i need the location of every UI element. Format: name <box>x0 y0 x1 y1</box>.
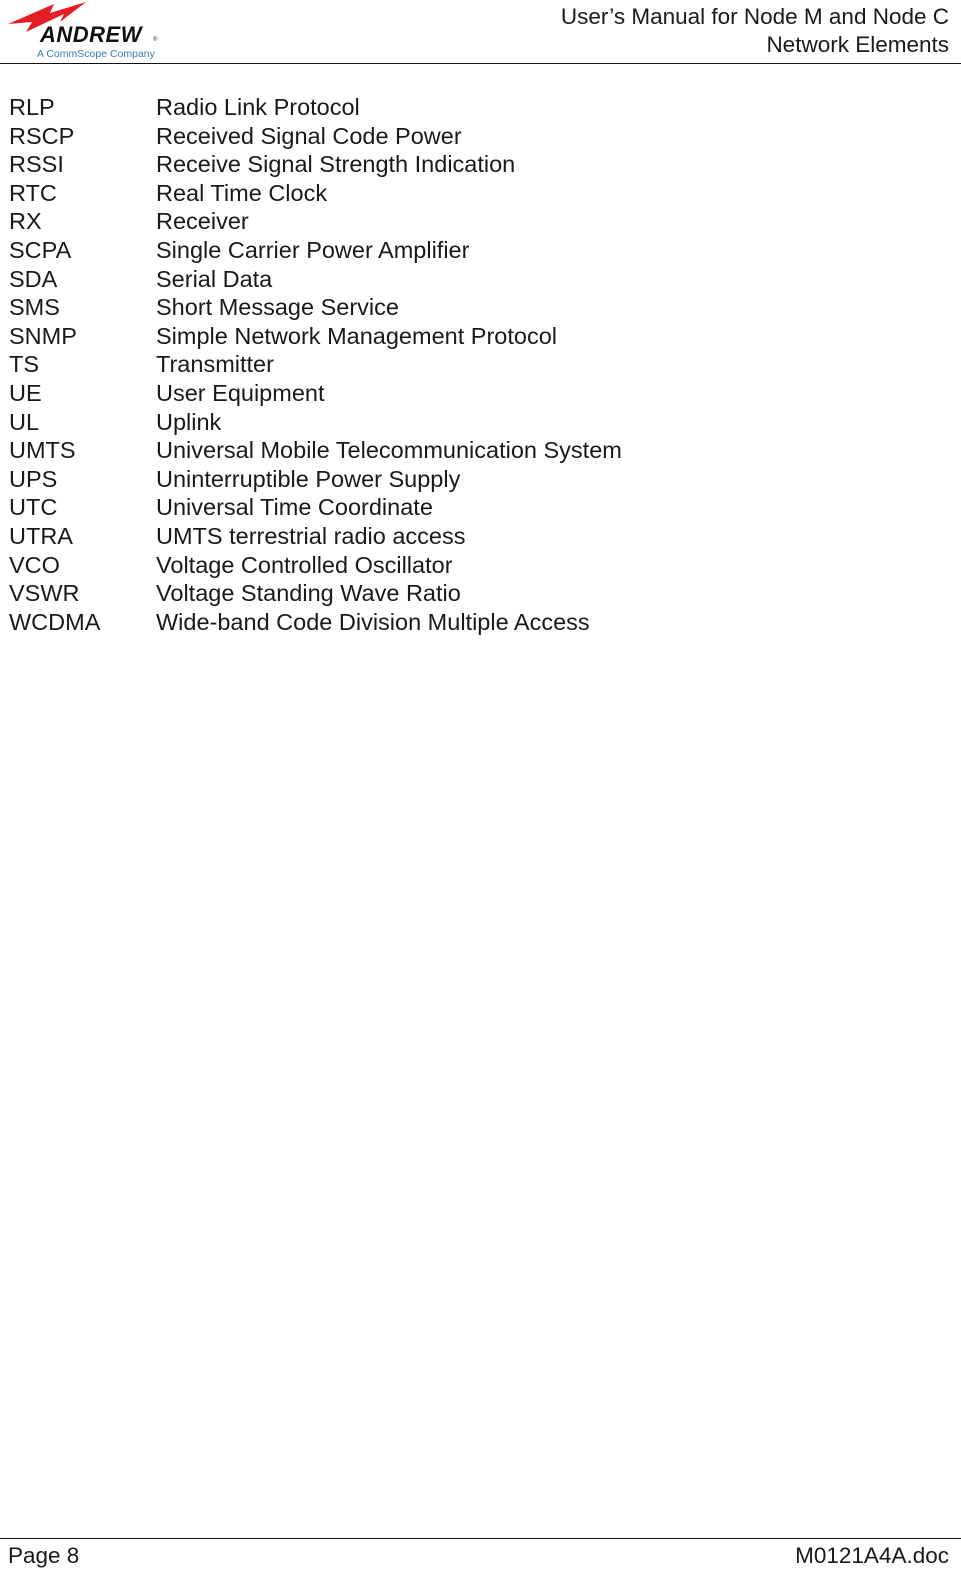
glossary-entry: UMTS Universal Mobile Telecommunication S… <box>9 436 622 465</box>
abbreviation: UE <box>9 379 42 406</box>
document-title: User’s Manual for Node M and Node C Netw… <box>561 3 949 59</box>
document-title-line-2: Network Elements <box>766 32 949 57</box>
glossary-entry: UTRA UMTS terrestrial radio access <box>9 522 622 551</box>
glossary-entry: TS Transmitter <box>9 350 622 379</box>
page-number: Page 8 <box>8 1543 80 1568</box>
definition: Voltage Controlled Oscillator <box>156 551 453 578</box>
definition: Transmitter <box>156 351 274 378</box>
definition: Received Signal Code Power <box>156 122 462 149</box>
abbreviation: RX <box>9 208 42 235</box>
abbreviation: RTC <box>9 179 57 206</box>
abbreviation: UMTS <box>9 437 76 464</box>
abbreviation: RLP <box>9 94 55 120</box>
abbreviation-list: RLP Radio Link Protocol RSCP Received Signa… <box>9 93 622 636</box>
document-title-line-1: User’s Manual for Node M and Node C <box>560 4 949 29</box>
definition: Receive Signal Strength Indication <box>156 151 516 178</box>
logo-tagline: A CommScope Company <box>37 48 155 60</box>
abbreviation: UTC <box>9 494 58 521</box>
abbreviation: UPS <box>9 465 58 492</box>
page-header: ANDREW ® A CommScope Company User’s Manu… <box>0 0 961 64</box>
document-filename: M0121A4A.doc <box>795 1543 949 1568</box>
glossary-entry: UTC Universal Time Coordinate <box>9 493 622 522</box>
definition: Universal Time Coordinate <box>156 494 433 521</box>
abbreviation: RSSI <box>9 151 64 178</box>
glossary-entry: RX Receiver <box>9 207 622 236</box>
definition: User Equipment <box>156 379 325 406</box>
definition: Uplink <box>156 408 222 435</box>
abbreviation: UL <box>9 408 40 435</box>
definition: Wide-band Code Division Multiple Access <box>156 608 590 635</box>
definition: Serial Data <box>156 265 273 292</box>
abbreviation: TS <box>9 351 40 378</box>
glossary-entry: UE User Equipment <box>9 379 622 408</box>
definition: Short Message Service <box>156 294 399 321</box>
definition: Real Time Clock <box>156 179 328 206</box>
definition: UMTS terrestrial radio access <box>156 522 466 549</box>
definition: Simple Network Management Protocol <box>156 322 557 349</box>
abbreviation: WCDMA <box>9 608 101 635</box>
glossary-entry: RLP Radio Link Protocol <box>9 93 622 122</box>
glossary-entry: UPS Uninterruptible Power Supply <box>9 465 622 494</box>
definition: Uninterruptible Power Supply <box>156 465 461 492</box>
header-divider <box>0 63 961 64</box>
abbreviation: SCPA <box>9 236 72 263</box>
definition: Radio Link Protocol <box>156 94 360 120</box>
glossary-entry: SMS Short Message Service <box>9 293 622 322</box>
abbreviation: SMS <box>9 294 60 321</box>
definition: Universal Mobile Telecommunication Syste… <box>156 437 622 464</box>
logo-brand-text: ANDREW <box>40 22 142 47</box>
glossary-entry: SDA Serial Data <box>9 265 622 294</box>
definition: Single Carrier Power Amplifier <box>156 236 470 263</box>
abbreviation: VCO <box>9 551 60 578</box>
definition: Voltage Standing Wave Ratio <box>156 580 461 607</box>
glossary-entry: RSCP Received Signal Code Power <box>9 122 622 151</box>
abbreviation: SNMP <box>9 322 77 349</box>
glossary-entry: SNMP Simple Network Management Protocol <box>9 322 622 351</box>
abbreviation: SDA <box>9 265 58 292</box>
glossary-entry: VSWR Voltage Standing Wave Ratio <box>9 579 622 608</box>
footer-divider <box>0 1538 961 1539</box>
abbreviation: VSWR <box>9 580 80 607</box>
definition: Receiver <box>156 208 249 235</box>
glossary-entry: RSSI Receive Signal Strength Indication <box>9 150 622 179</box>
registered-mark: ® <box>153 37 158 43</box>
andrew-logo: ANDREW ® A CommScope Company <box>6 2 166 62</box>
abbreviation: RSCP <box>9 122 75 149</box>
glossary-entry: RTC Real Time Clock <box>9 179 622 208</box>
glossary-entry: SCPA Single Carrier Power Amplifier <box>9 236 622 265</box>
glossary-entry: VCO Voltage Controlled Oscillator <box>9 551 622 580</box>
abbreviation: UTRA <box>9 522 73 549</box>
glossary-entry: WCDMA Wide-band Code Division Multiple Ac… <box>9 608 622 637</box>
glossary-entry: UL Uplink <box>9 408 622 437</box>
